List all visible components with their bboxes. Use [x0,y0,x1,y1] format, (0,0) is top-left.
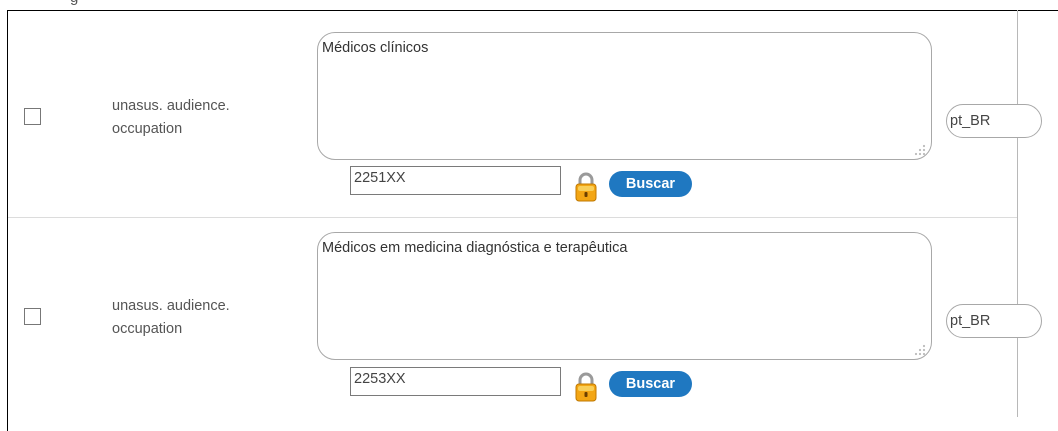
lock-icon[interactable] [573,371,599,403]
field-label-line1: unasus. audience. [112,298,230,314]
resize-grip-icon[interactable] [913,144,927,156]
row-select-checkbox[interactable] [24,108,41,125]
field-label-line2: occupation [112,121,183,137]
metadata-value-text: Médicos em medicina diagnóstica e terapê… [322,240,628,256]
authority-code-input[interactable]: 2251XX [350,166,561,195]
clipped-heading-text: g [70,0,78,6]
metadata-value-textarea[interactable]: Médicos em medicina diagnóstica e terapê… [317,232,932,360]
resize-grip-icon[interactable] [913,344,927,356]
row-divider [8,217,1017,218]
row-select-checkbox[interactable] [24,308,41,325]
language-field[interactable]: pt_BR [946,304,1042,338]
buscar-button[interactable]: Buscar [609,171,692,197]
metadata-field-label: unasus. audience. occupation [112,95,230,141]
buscar-button[interactable]: Buscar [609,371,692,397]
metadata-value-text: Médicos clínicos [322,40,429,56]
authority-code-input[interactable]: 2253XX [350,367,561,396]
field-label-line2: occupation [112,321,183,337]
language-field[interactable]: pt_BR [946,104,1042,138]
metadata-value-textarea[interactable]: Médicos clínicos [317,32,932,160]
field-label-line1: unasus. audience. [112,98,230,114]
metadata-field-label: unasus. audience. occupation [112,295,230,341]
column-divider [1017,10,1018,417]
lock-icon[interactable] [573,171,599,203]
